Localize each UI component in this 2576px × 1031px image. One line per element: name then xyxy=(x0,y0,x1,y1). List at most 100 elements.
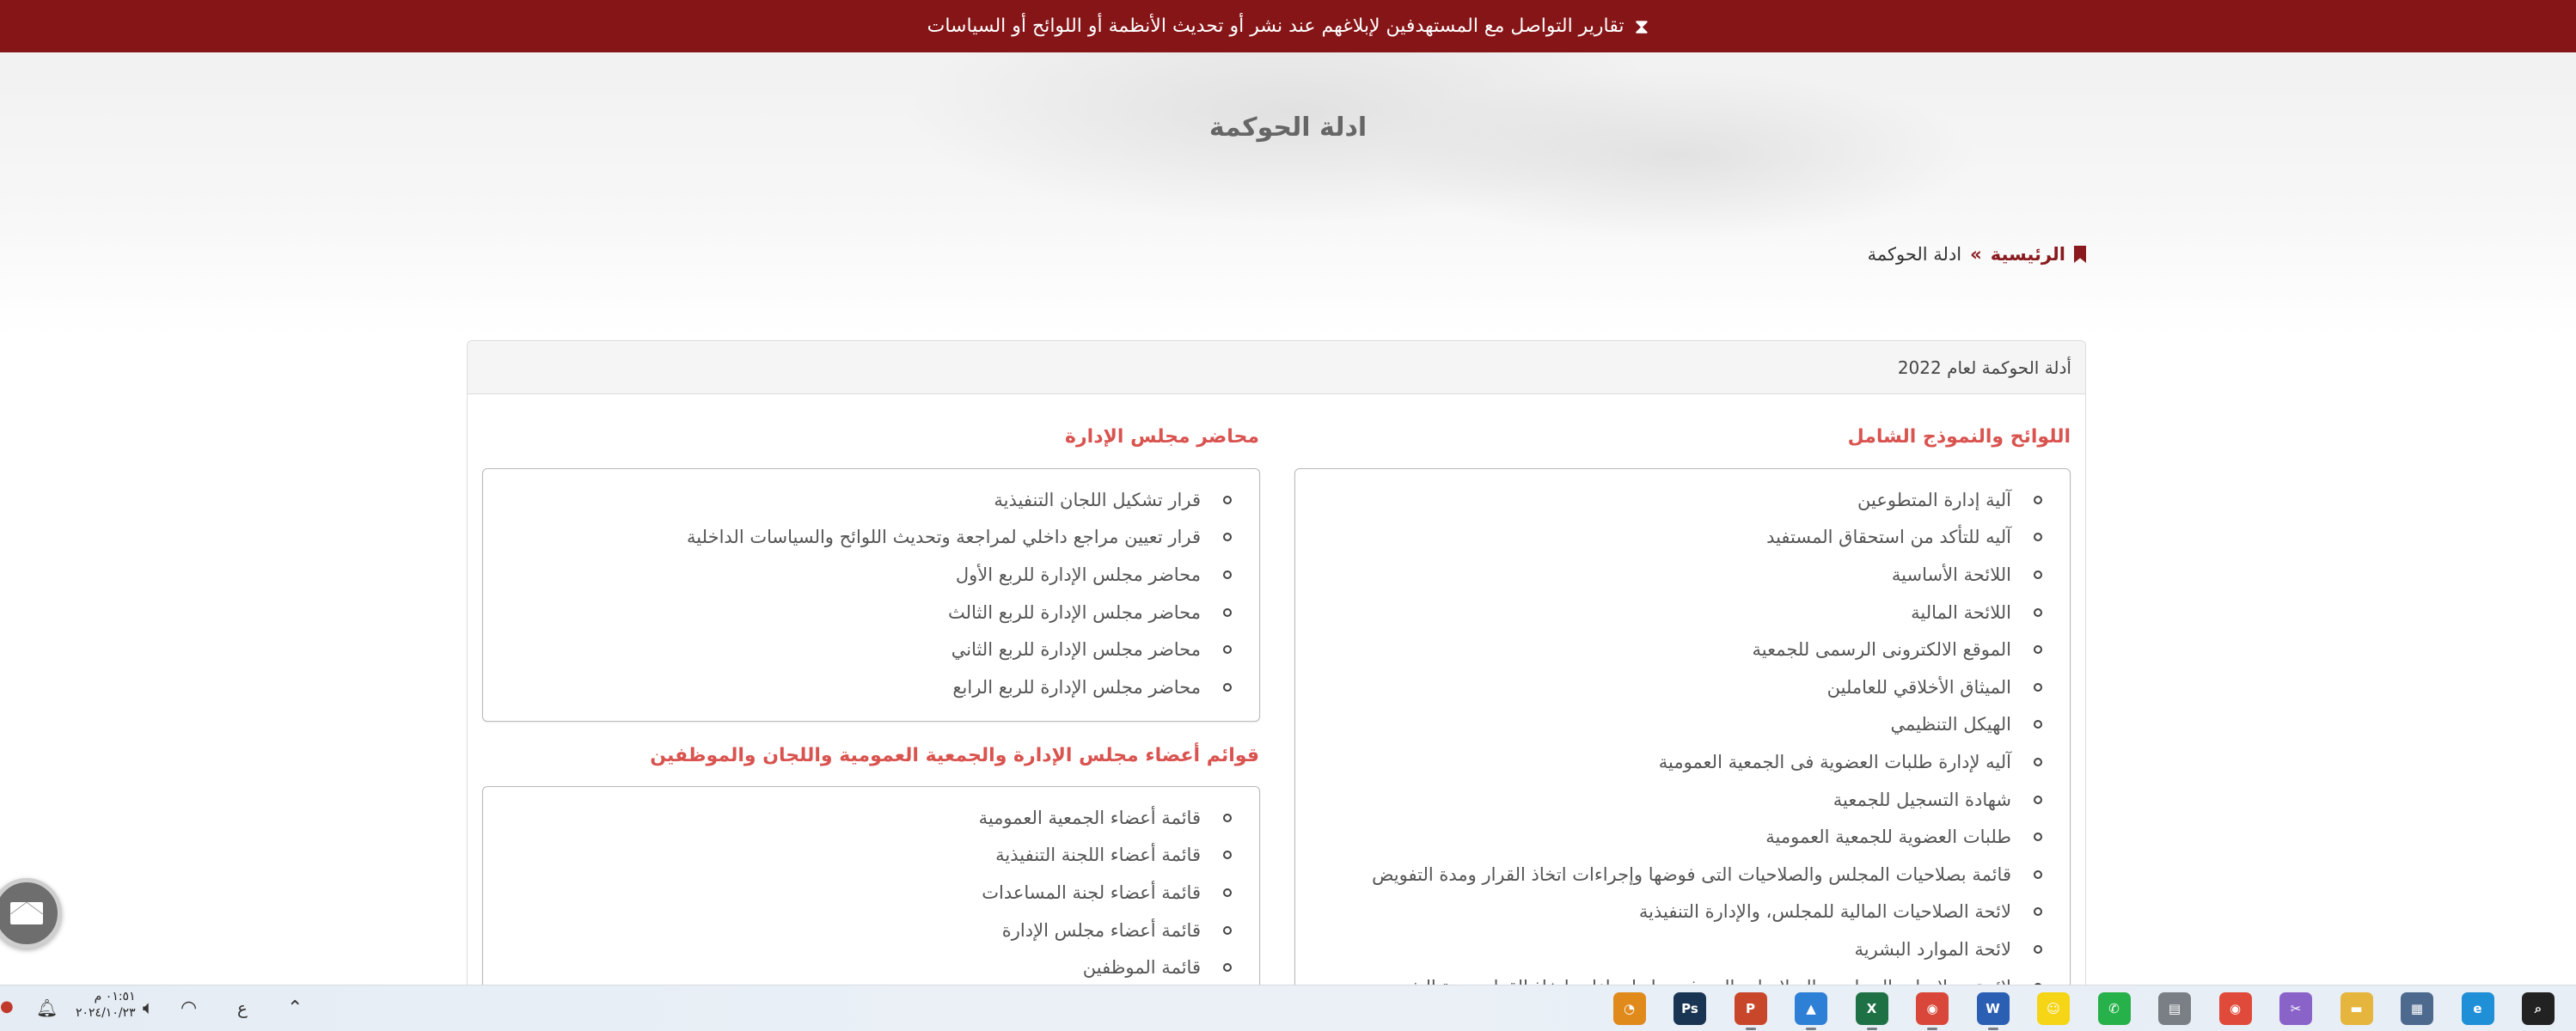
windows-taskbar: ● 🔔︎ ٠١:٥١ م ٢٠٢٤/١٠/٢٣ 🔈︎ ◠ ع ⌃ ⌕ e ▦ ▬ ✂ ◉ ▤… xyxy=(0,985,2576,1031)
regulation-item[interactable]: شهادة التسجيل للجمعية xyxy=(1304,781,2042,819)
minutes-item[interactable]: محاضر مجلس الإدارة للربع الرابع xyxy=(492,668,1232,706)
regulation-item[interactable]: الموقع الالكترونى الرسمى للجمعية xyxy=(1304,631,2042,668)
minutes-item[interactable]: قرار تشكيل اللجان التنفيذية xyxy=(492,481,1232,519)
member-list-item-link[interactable]: قائمة أعضاء لجنة المساعدات xyxy=(982,882,1201,903)
announcement-text[interactable]: تقارير التواصل مع المستهدفين لإبلاغهم عن… xyxy=(927,15,1625,37)
minutes-item-link[interactable]: محاضر مجلس الإدارة للربع الرابع xyxy=(952,677,1201,698)
minutes-item-link[interactable]: محاضر مجلس الإدارة للربع الأول xyxy=(956,564,1201,585)
minutes-item-link[interactable]: قرار تعيين مراجع داخلي لمراجعة وتحديث ال… xyxy=(687,527,1201,547)
color-dot-icon[interactable]: ● xyxy=(0,997,14,1016)
announcement-banner[interactable]: ⧗ تقارير التواصل مع المستهدفين لإبلاغهم … xyxy=(0,0,2576,52)
bullet-icon xyxy=(1223,607,1232,617)
regulation-item[interactable]: لائحة الموارد البشرية xyxy=(1304,930,2042,968)
regulation-item-link[interactable]: اللائحة الأساسية xyxy=(1892,564,2011,585)
member-list-item[interactable]: قائمة أعضاء الجمعية العمومية xyxy=(492,799,1232,837)
magnifier-icon[interactable]: ◔ xyxy=(1612,992,1646,1025)
clock-time: ٠١:٥١ م xyxy=(94,990,136,1004)
input-language-indicator[interactable]: ع xyxy=(237,997,248,1018)
file-explorer-icon[interactable]: ▬ xyxy=(2340,992,2373,1025)
member-list-item-link[interactable]: قائمة أعضاء الجمعية العمومية xyxy=(979,808,1201,828)
regulation-item-link[interactable]: الهيكل التنظيمي xyxy=(1890,714,2011,735)
member-list-item-link[interactable]: قائمة الموظفين xyxy=(1083,957,1201,978)
member-lists-section-title: قوائم أعضاء مجلس الإدارة والجمعية العموم… xyxy=(650,745,1259,766)
minutes-item[interactable]: قرار تعيين مراجع داخلي لمراجعة وتحديث ال… xyxy=(492,519,1232,557)
regulation-item[interactable]: الهيكل التنظيمي xyxy=(1304,706,2042,744)
bullet-icon xyxy=(2034,607,2042,617)
bullet-icon xyxy=(1223,570,1232,579)
regulation-item-link[interactable]: آليه لإدارة طلبات العضوية فى الجمعية الع… xyxy=(1659,752,2011,772)
header-background-accent xyxy=(1375,70,1977,241)
word-icon[interactable]: W xyxy=(1976,992,2010,1030)
regulation-item[interactable]: طلبات العضوية للجمعية العمومية xyxy=(1304,818,2042,856)
taskbar-clock[interactable]: ٠١:٥١ م ٢٠٢٤/١٠/٢٣ xyxy=(76,989,136,1022)
regulation-item[interactable]: اللائحة المالية xyxy=(1304,594,2042,631)
bullet-icon xyxy=(2034,682,2042,692)
photos-icon[interactable]: ▲ xyxy=(1795,992,1827,1030)
minutes-list-box: قرار تشكيل اللجان التنفيذية قرار تعيين مر… xyxy=(482,468,1260,722)
powerpoint-icon[interactable]: P xyxy=(1734,992,1767,1030)
regulations-section-title: اللوائح والنموذج الشامل xyxy=(1847,426,2071,448)
regulation-item-link[interactable]: قائمة بصلاحيات المجلس والصلاحيات التى فو… xyxy=(1372,864,2011,885)
bookmark-icon xyxy=(2074,246,2086,263)
volume-icon[interactable]: 🔈︎ xyxy=(143,997,154,1019)
regulation-item-link[interactable]: اللائحة المالية xyxy=(1911,602,2011,623)
bullet-icon xyxy=(1223,495,1232,504)
edge-icon[interactable]: e xyxy=(2461,992,2494,1025)
regulation-item[interactable]: قائمة بصلاحيات المجلس والصلاحيات التى فو… xyxy=(1304,856,2042,894)
regulation-item[interactable]: آليه لإدارة طلبات العضوية فى الجمعية الع… xyxy=(1304,743,2042,781)
breadcrumb-current: ادلة الحوكمة xyxy=(1867,244,1962,265)
regulation-item-link[interactable]: لائحة الصلاحيات المالية للمجلس، والإدارة… xyxy=(1639,901,2011,922)
bullet-icon xyxy=(2034,869,2042,879)
excel-icon[interactable]: X xyxy=(1855,992,1888,1030)
minutes-item[interactable]: محاضر مجلس الإدارة للربع الثاني xyxy=(492,631,1232,668)
minutes-item[interactable]: محاضر مجلس الإدارة للربع الأول xyxy=(492,556,1232,594)
regulation-item-link[interactable]: طلبات العضوية للجمعية العمومية xyxy=(1765,827,2011,847)
regulation-item-link[interactable]: الميثاق الأخلاقي للعاملين xyxy=(1827,677,2011,698)
regulation-item-link[interactable]: الموقع الالكترونى الرسمى للجمعية xyxy=(1752,639,2011,660)
bullet-icon xyxy=(1223,645,1232,655)
chrome-profile-icon[interactable]: ◉ xyxy=(1916,992,1949,1030)
hourglass-icon: ⧗ xyxy=(1634,14,1649,39)
contact-mail-button[interactable] xyxy=(0,878,62,949)
whatsapp-icon[interactable]: ✆ xyxy=(2097,992,2131,1025)
panel-heading: أدلة الحوكمة لعام 2022 xyxy=(468,341,2085,394)
regulation-item-link[interactable]: آلية إدارة المتطوعين xyxy=(1857,490,2011,510)
search-icon[interactable]: ⌕ xyxy=(2522,992,2555,1025)
minutes-item-link[interactable]: قرار تشكيل اللجان التنفيذية xyxy=(994,490,1201,510)
snipping-tool-icon[interactable]: ✂ xyxy=(2279,992,2312,1025)
regulation-item[interactable]: اللائحة الأساسية xyxy=(1304,556,2042,594)
member-list-item-link[interactable]: قائمة أعضاء اللجنة التنفيذية xyxy=(995,845,1201,865)
printer-icon[interactable]: ▤ xyxy=(2158,992,2191,1025)
photoshop-icon[interactable]: Ps xyxy=(1673,992,1706,1025)
minutes-section-title: محاضر مجلس الإدارة xyxy=(1065,426,1259,448)
bullet-icon xyxy=(2034,944,2042,954)
page-title: ادلة الحوكمة xyxy=(1208,113,1368,143)
regulation-item-link[interactable]: لائحة الموارد البشرية xyxy=(1854,939,2011,960)
bullet-icon xyxy=(1223,813,1232,822)
member-list-item[interactable]: قائمة الموظفين xyxy=(492,949,1232,986)
bullet-icon xyxy=(1223,963,1232,973)
member-list-item[interactable]: قائمة أعضاء اللجنة التنفيذية xyxy=(492,837,1232,875)
regulation-item[interactable]: لائحة الصلاحيات المالية للمجلس، والإدارة… xyxy=(1304,894,2042,931)
regulation-item[interactable]: آلية إدارة المتطوعين xyxy=(1304,481,2042,519)
member-list-item[interactable]: قائمة أعضاء لجنة المساعدات xyxy=(492,874,1232,912)
calculator-icon[interactable]: ▦ xyxy=(2401,992,2433,1025)
bullet-icon xyxy=(2034,720,2042,729)
regulation-item-link[interactable]: شهادة التسجيل للجمعية xyxy=(1833,790,2011,810)
member-list-item-link[interactable]: قائمة أعضاء مجلس الإدارة xyxy=(1002,920,1201,941)
regulation-item[interactable]: آليه للتأكد من استحقاق المستفيد xyxy=(1304,519,2042,557)
minutes-item[interactable]: محاضر مجلس الإدارة للربع الثالث xyxy=(492,594,1232,631)
member-list-item[interactable]: قائمة أعضاء مجلس الإدارة xyxy=(492,912,1232,949)
breadcrumb-separator: » xyxy=(1970,244,1982,265)
breadcrumb-home-link[interactable]: الرئيسية xyxy=(1991,244,2065,265)
minutes-item-link[interactable]: محاضر مجلس الإدارة للربع الثالث xyxy=(948,602,1201,623)
regulation-item-link[interactable]: آليه للتأكد من استحقاق المستفيد xyxy=(1766,527,2011,547)
snapchat-icon[interactable]: ☺ xyxy=(2037,992,2070,1025)
regulation-item[interactable]: الميثاق الأخلاقي للعاملين xyxy=(1304,668,2042,706)
bullet-icon xyxy=(2034,757,2042,766)
chrome-icon[interactable]: ◉ xyxy=(2218,992,2252,1025)
chevron-up-icon[interactable]: ⌃ xyxy=(287,997,303,1019)
bell-icon[interactable]: 🔔︎ xyxy=(36,997,58,1018)
wifi-icon[interactable]: ◠ xyxy=(181,997,197,1019)
minutes-item-link[interactable]: محاضر مجلس الإدارة للربع الثاني xyxy=(951,639,1201,660)
